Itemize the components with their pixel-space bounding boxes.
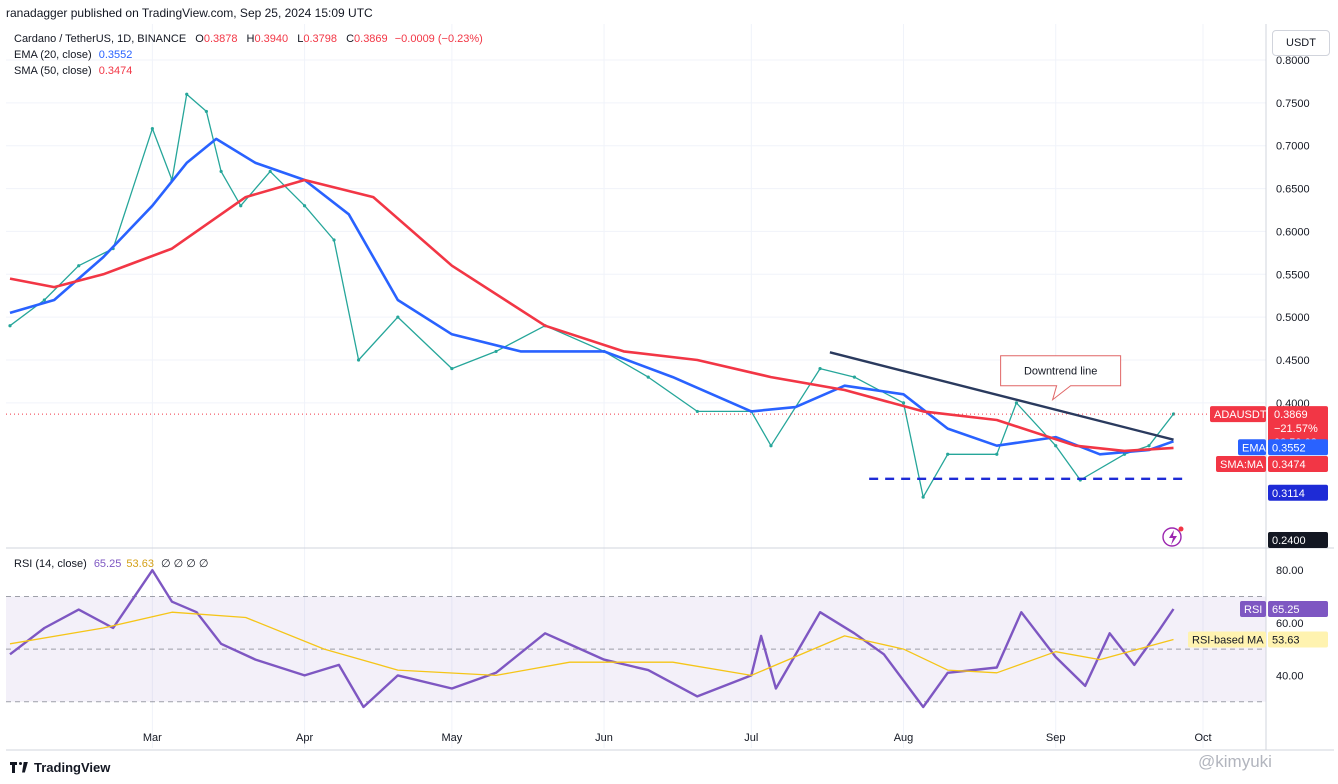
price-point [852,375,857,379]
annotation-layer: Downtrend line [6,351,1266,547]
price-point [77,264,81,268]
support-tag: 0.3114 [1272,488,1305,500]
price-point [150,126,154,131]
price-point [901,401,906,405]
price-point [356,358,361,362]
sma-legend-value: 0.3474 [98,65,133,77]
open-value: 0.3878 [203,33,238,45]
sma-legend-label: SMA (50, close) [14,65,92,77]
last-price-tag: 0.3869 [1274,409,1308,421]
rsi-tick-label: 40.00 [1276,670,1304,682]
time-tick-label: Apr [296,732,313,744]
price-point [695,409,699,414]
rsi-ma-tag: RSI-based MA [1192,635,1264,647]
price-tick-label: 0.7500 [1276,98,1310,110]
rsi-tick-label: 80.00 [1276,565,1304,577]
price-point [42,298,46,302]
time-tick-label: Oct [1194,732,1211,744]
ohlc-legend: Cardano / TetherUS, 1D, BINANCE O0.3878 … [14,32,483,47]
price-tick-label: 0.5500 [1276,269,1310,281]
price-point [204,109,208,114]
price-tick-label: 0.5000 [1276,312,1310,324]
lightning-icon [1162,526,1184,547]
rsi-legend-empties: ∅ ∅ ∅ ∅ [161,558,209,570]
ema-legend-label: EMA (20, close) [14,49,92,61]
lightning-icon-bolt [1169,530,1177,545]
ema-legend-value: 0.3552 [98,49,133,61]
time-tick-label: Aug [894,732,914,744]
price-tick-label: 0.6000 [1276,226,1310,238]
high-key: H [246,33,255,45]
rsi-ma-value-tag: 53.63 [1272,635,1300,647]
rsi-legend-ma-value: 53.63 [126,558,154,570]
price-tick-label: 0.7000 [1276,141,1310,153]
price-tick-label: 0.8000 [1276,55,1310,67]
ema-value-tag: 0.3552 [1272,442,1306,454]
time-tick-label: Jun [595,732,613,744]
price-line [9,93,1175,498]
time-tick-label: Sep [1046,732,1066,744]
downtrend-callout: Downtrend line [1000,355,1122,402]
ema-tag: EMA [1242,442,1267,454]
price-point [450,366,454,371]
rsi-legend: RSI (14, close) 65.25 53.63 ∅ ∅ ∅ ∅ [14,557,209,570]
rsi-value-tag: 65.25 [1272,604,1300,616]
close-value: 0.3869 [354,33,388,45]
price-point [332,238,336,242]
rsi-legend-value: 65.25 [93,558,122,570]
price-point [818,366,822,371]
change-pct-tag: −21.57% [1274,423,1318,435]
time-tick-label: May [441,732,462,744]
price-point [185,92,189,96]
price-point [396,315,400,319]
high-value: 0.3940 [254,33,289,45]
time-tick-label: Mar [143,732,162,744]
sma-line [9,178,1174,453]
ema-legend: EMA (20, close) 0.3552 [14,48,132,63]
open-key: O [195,33,204,45]
price-point [302,204,307,208]
price-point [494,349,498,354]
price-point [1054,444,1058,448]
price-point [995,452,999,456]
currency-button[interactable]: USDT [1272,30,1330,56]
price-point [1147,444,1151,448]
price-chart[interactable]: Downtrend line 0.8000 0.7500 0.7000 0.6500 0… [0,0,1338,760]
rsi-tick-label: 60.00 [1276,618,1304,630]
low-marker-tag: 0.2400 [1272,535,1306,547]
symbol-label: Cardano / TetherUS, 1D, BINANCE [14,33,187,45]
price-point [646,375,650,379]
price-point [239,204,243,208]
close-key: C [346,33,355,45]
price-point [769,444,773,448]
brand-name: TradingView [34,760,111,775]
price-point [219,169,223,174]
sma-tag: SMA:MA [1220,459,1264,471]
callout-text: Downtrend line [1024,366,1097,378]
price-point [268,169,272,174]
price-tick-label: 0.6500 [1276,184,1310,196]
tradingview-logo-icon [10,761,28,774]
sma-legend: SMA (50, close) 0.3474 [14,64,132,79]
price-tick-label: 0.4500 [1276,355,1310,367]
low-value: 0.3798 [303,33,337,45]
ema-line [9,137,1174,456]
price-point [921,495,925,499]
lightning-icon-dot [1178,526,1184,532]
change-value: −0.0009 (−0.23%) [394,33,483,45]
time-tick-label: Jul [744,732,758,744]
price-point [1014,401,1019,405]
sma-value-tag: 0.3474 [1272,459,1306,471]
price-point [946,452,950,456]
rsi-tag: RSI [1244,604,1262,616]
symbol-tag: ADAUSDT [1214,409,1267,421]
rsi-legend-label: RSI (14, close) [14,558,87,570]
tradingview-brand[interactable]: TradingView [10,760,110,775]
watermark: @kimyuki [1198,752,1272,771]
price-point [8,324,12,328]
